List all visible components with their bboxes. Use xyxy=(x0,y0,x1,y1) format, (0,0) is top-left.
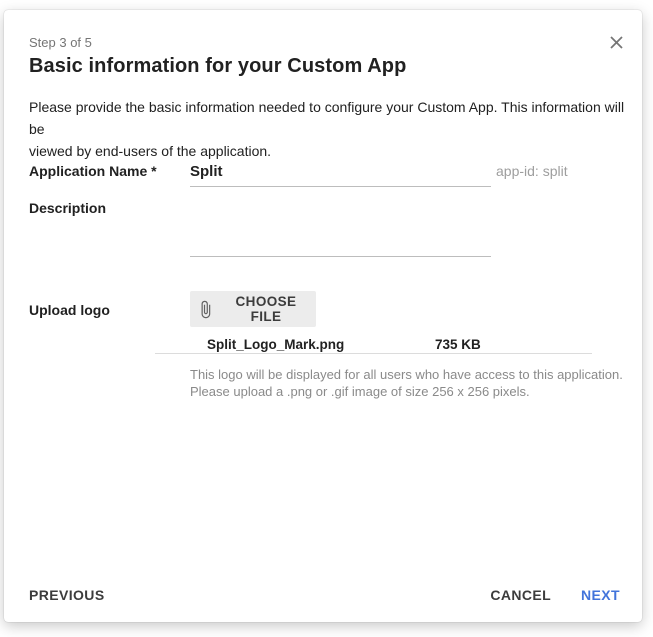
cancel-button[interactable]: CANCEL xyxy=(490,587,551,603)
choose-file-button[interactable]: CHOOSE FILE xyxy=(190,291,316,327)
close-icon xyxy=(609,35,624,55)
close-button[interactable] xyxy=(607,36,625,54)
custom-app-dialog: Step 3 of 5 Basic information for your C… xyxy=(4,10,642,622)
previous-button[interactable]: PREVIOUS xyxy=(29,587,105,603)
application-name-input[interactable] xyxy=(190,158,490,184)
paperclip-icon xyxy=(196,300,215,319)
description-label: Description xyxy=(29,200,106,216)
step-indicator: Step 3 of 5 xyxy=(29,35,92,50)
upload-logo-helper: This logo will be displayed for all user… xyxy=(190,366,650,400)
dialog-title: Basic information for your Custom App xyxy=(29,55,406,78)
footer-actions: CANCEL NEXT xyxy=(490,587,620,603)
next-button[interactable]: NEXT xyxy=(581,587,620,603)
choose-file-button-label: CHOOSE FILE xyxy=(222,294,310,324)
dialog-description: Please provide the basic information nee… xyxy=(29,96,629,162)
description-underline xyxy=(190,256,491,257)
application-name-underline xyxy=(190,186,491,187)
app-id-hint: app-id: split xyxy=(496,163,568,179)
upload-logo-helper-line: This logo will be displayed for all user… xyxy=(190,366,650,383)
uploaded-file-name: Split_Logo_Mark.png xyxy=(207,337,344,352)
application-name-label: Application Name * xyxy=(29,163,157,179)
upload-logo-label: Upload logo xyxy=(29,302,110,318)
description-input[interactable] xyxy=(190,200,491,256)
uploaded-file-size: 735 KB xyxy=(435,337,481,352)
dialog-description-line: Please provide the basic information nee… xyxy=(29,96,629,140)
upload-logo-helper-line: Please upload a .png or .gif image of si… xyxy=(190,383,650,400)
file-row-divider xyxy=(155,353,592,354)
